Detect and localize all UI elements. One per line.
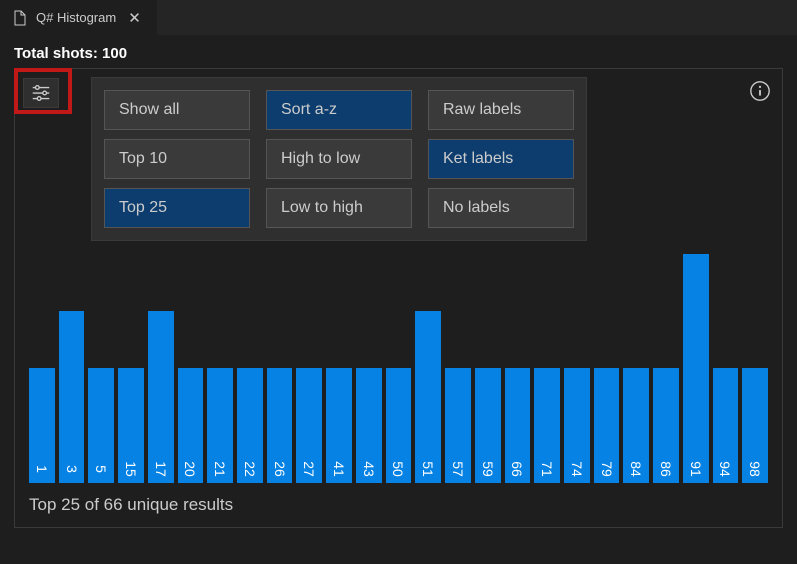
labels-none[interactable]: No labels <box>428 188 574 228</box>
bar-label: 15 <box>123 461 139 477</box>
bar[interactable]: 15 <box>118 368 144 483</box>
info-icon <box>749 80 771 102</box>
labels-group: Raw labels Ket labels No labels <box>428 90 574 228</box>
bar[interactable]: 50 <box>386 368 412 483</box>
bar-label: 84 <box>628 461 644 477</box>
bar[interactable]: 22 <box>237 368 263 483</box>
bar-wrapper: 91 <box>683 113 709 483</box>
tab-title: Q# Histogram <box>36 10 116 25</box>
bar[interactable]: 43 <box>356 368 382 483</box>
bar[interactable]: 51 <box>415 311 441 483</box>
bar-wrapper: 3 <box>59 113 85 483</box>
labels-ket[interactable]: Ket labels <box>428 139 574 179</box>
bar[interactable]: 5 <box>88 368 114 483</box>
bar[interactable]: 79 <box>594 368 620 483</box>
bar-wrapper: 98 <box>742 113 768 483</box>
bar-wrapper: 86 <box>653 113 679 483</box>
bar-label: 74 <box>569 461 585 477</box>
bar[interactable]: 86 <box>653 368 679 483</box>
bar[interactable]: 21 <box>207 368 233 483</box>
sort-high-to-low[interactable]: High to low <box>266 139 412 179</box>
bar[interactable]: 91 <box>683 254 709 483</box>
bar-label: 26 <box>272 461 288 477</box>
bar[interactable]: 3 <box>59 311 85 483</box>
bar-wrapper: 84 <box>623 113 649 483</box>
bar-label: 71 <box>539 461 555 477</box>
bar[interactable]: 26 <box>267 368 293 483</box>
bar[interactable]: 94 <box>713 368 739 483</box>
bar[interactable]: 41 <box>326 368 352 483</box>
bar[interactable]: 57 <box>445 368 471 483</box>
options-panel: Show all Top 10 Top 25 Sort a-z High to … <box>91 77 587 241</box>
sliders-icon <box>30 82 52 104</box>
bar-label: 91 <box>688 461 704 477</box>
bar-label: 51 <box>420 461 436 477</box>
content-area: Total shots: 100 Show all Top 10 <box>0 35 797 538</box>
bar-label: 66 <box>509 461 525 477</box>
bar[interactable]: 20 <box>178 368 204 483</box>
total-shots-label: Total shots: 100 <box>14 45 783 62</box>
info-button[interactable] <box>748 79 772 103</box>
bar-label: 79 <box>599 461 615 477</box>
bar[interactable]: 74 <box>564 368 590 483</box>
bar[interactable]: 1 <box>29 368 55 483</box>
sort-low-to-high[interactable]: Low to high <box>266 188 412 228</box>
bar-label: 57 <box>450 461 466 477</box>
labels-raw[interactable]: Raw labels <box>428 90 574 130</box>
bar[interactable]: 27 <box>296 368 322 483</box>
bar-wrapper: 94 <box>713 113 739 483</box>
bar-label: 22 <box>242 461 258 477</box>
bar-label: 50 <box>390 461 406 477</box>
bar-label: 3 <box>64 465 80 473</box>
filter-show-all[interactable]: Show all <box>104 90 250 130</box>
settings-button[interactable] <box>23 78 59 108</box>
bar-label: 20 <box>182 461 198 477</box>
bar-label: 17 <box>153 461 169 477</box>
tab-qsharp-histogram[interactable]: Q# Histogram ✕ <box>0 0 158 35</box>
bar-label: 43 <box>361 461 377 477</box>
bar-label: 41 <box>331 461 347 477</box>
bar-label: 98 <box>747 461 763 477</box>
bar-label: 27 <box>301 461 317 477</box>
bar-label: 86 <box>658 461 674 477</box>
bar[interactable]: 84 <box>623 368 649 483</box>
sort-group: Sort a-z High to low Low to high <box>266 90 412 228</box>
bar-label: 5 <box>93 465 109 473</box>
tab-bar: Q# Histogram ✕ <box>0 0 797 35</box>
chart-container: Show all Top 10 Top 25 Sort a-z High to … <box>14 68 783 528</box>
sort-a-z[interactable]: Sort a-z <box>266 90 412 130</box>
filter-group: Show all Top 10 Top 25 <box>104 90 250 228</box>
bar[interactable]: 66 <box>505 368 531 483</box>
footer-text: Top 25 of 66 unique results <box>29 495 233 515</box>
bar-label: 21 <box>212 461 228 477</box>
filter-top-10[interactable]: Top 10 <box>104 139 250 179</box>
bar[interactable]: 71 <box>534 368 560 483</box>
bar-label: 1 <box>34 465 50 473</box>
close-icon[interactable]: ✕ <box>124 7 145 29</box>
bar-label: 59 <box>480 461 496 477</box>
bar-wrapper: 79 <box>594 113 620 483</box>
bar[interactable]: 17 <box>148 311 174 483</box>
file-icon <box>12 10 28 26</box>
filter-top-25[interactable]: Top 25 <box>104 188 250 228</box>
bar[interactable]: 98 <box>742 368 768 483</box>
bar-wrapper: 1 <box>29 113 55 483</box>
bar-label: 94 <box>717 461 733 477</box>
bar[interactable]: 59 <box>475 368 501 483</box>
